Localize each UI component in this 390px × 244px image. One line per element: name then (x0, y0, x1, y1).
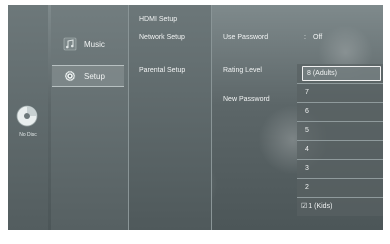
category-music-label: Music (84, 39, 105, 49)
music-note-icon (61, 35, 79, 53)
category-setup[interactable]: Setup (52, 65, 124, 87)
use-password-label: Use Password (223, 34, 269, 41)
rating-option[interactable]: 6 (297, 102, 383, 121)
disc-status: No Disc (19, 132, 37, 138)
submenu-network-setup[interactable]: Network Setup (139, 34, 185, 41)
category-music[interactable]: Music (52, 34, 124, 54)
use-password-separator: : (304, 34, 306, 41)
rating-level-label: Rating Level (223, 67, 262, 74)
checkbox-checked-icon: ☑ (301, 203, 308, 210)
category-setup-label: Setup (84, 71, 105, 81)
screen: No Disc Music Setup HDMI Setup Network S… (0, 0, 390, 244)
rating-option[interactable]: 3 (297, 159, 383, 178)
submenu-hdmi-setup[interactable]: HDMI Setup (139, 16, 177, 23)
submenu-parental-setup[interactable]: Parental Setup (139, 67, 185, 74)
rating-option-kids[interactable]: ☑1 (Kids) (297, 197, 383, 216)
rating-option-selected[interactable]: 8 (Adults) (302, 66, 381, 81)
rating-level-dropdown[interactable]: 8 (Adults) 7 6 5 4 3 2 ☑1 (Kids) (297, 64, 383, 216)
tv-menu-screen: No Disc Music Setup HDMI Setup Network S… (8, 5, 383, 230)
rating-option-kids-label: 1 (Kids) (308, 203, 333, 210)
rating-option[interactable]: 7 (297, 83, 383, 102)
rating-option[interactable]: 2 (297, 178, 383, 197)
gear-icon (61, 67, 79, 85)
new-password-label[interactable]: New Password (223, 96, 270, 103)
rating-option[interactable]: 4 (297, 140, 383, 159)
use-password-value[interactable]: Off (313, 34, 322, 41)
disc-icon (16, 105, 38, 127)
rating-option[interactable]: 5 (297, 121, 383, 140)
